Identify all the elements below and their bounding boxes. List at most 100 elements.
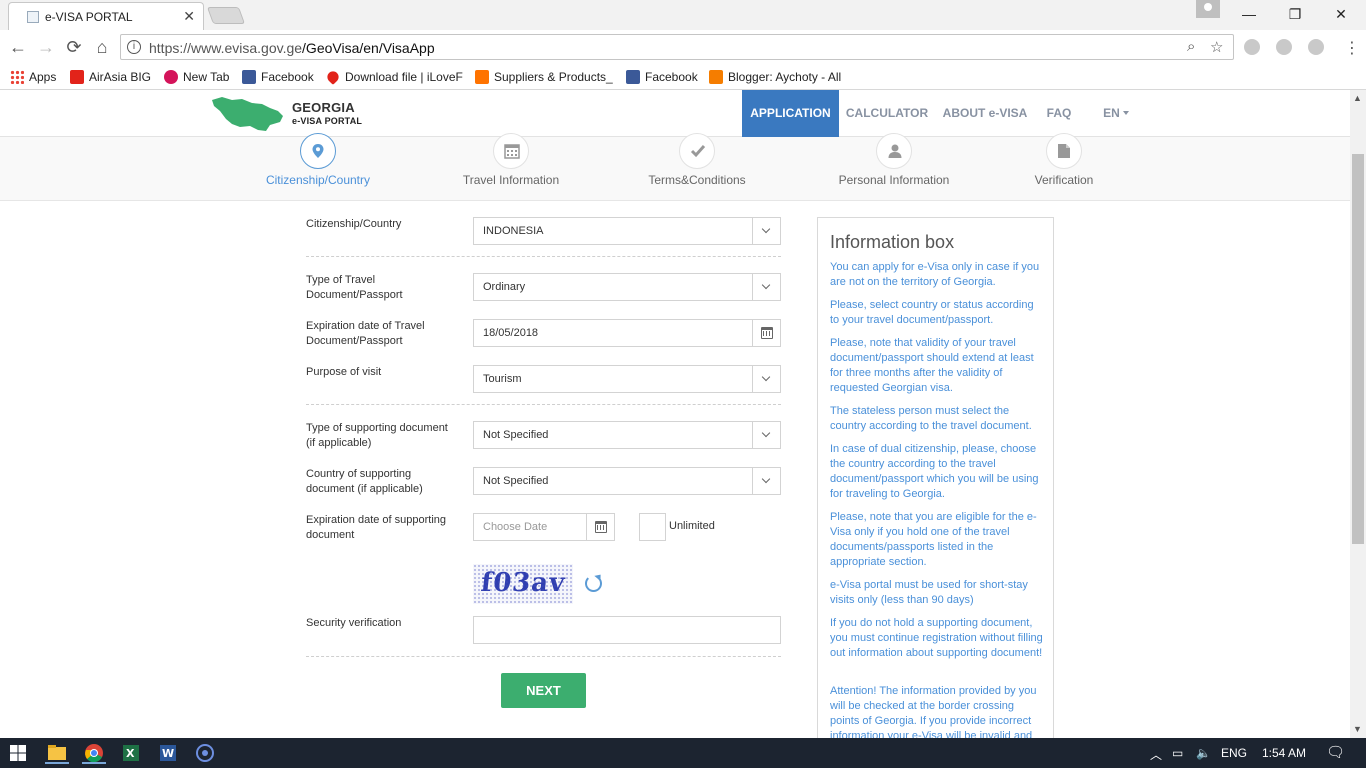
chrome-icon[interactable]: [82, 742, 106, 764]
step-citizenship[interactable]: Citizenship/Country: [238, 133, 398, 201]
chrome-menu-icon[interactable]: ⋮: [1344, 38, 1360, 58]
skype-extension-icon[interactable]: [1244, 39, 1260, 55]
georgia-map-logo-icon[interactable]: [210, 94, 284, 132]
bookmark-airasia[interactable]: AirAsia BIG: [70, 68, 151, 86]
bookmark-facebook[interactable]: Facebook: [242, 68, 314, 86]
dropdown-toggle[interactable]: [752, 218, 780, 244]
bookmarks-bar: Apps AirAsia BIG New Tab Facebook Downlo…: [0, 64, 1366, 90]
step-travel-information[interactable]: Travel Information: [431, 133, 591, 201]
chevron-down-icon: [761, 280, 771, 290]
step-label: Terms&Conditions: [648, 173, 746, 187]
dropdown-toggle[interactable]: [752, 468, 780, 494]
extension-cloud-icon[interactable]: [1308, 39, 1324, 55]
app-icon[interactable]: [193, 742, 217, 764]
dropdown-toggle[interactable]: [752, 366, 780, 392]
step-personal-information[interactable]: Personal Information: [814, 133, 974, 201]
logo-title[interactable]: GEORGIA: [292, 100, 355, 115]
bookmark-star-icon[interactable]: ☆: [1210, 38, 1223, 56]
nav-application[interactable]: APPLICATION: [742, 90, 839, 137]
forward-arrow-icon[interactable]: →: [35, 36, 57, 58]
support-type-label: Type of supporting document (if applicab…: [306, 422, 448, 449]
volume-icon[interactable]: 🔈: [1196, 746, 1211, 760]
apps-grid-icon: [10, 70, 24, 84]
bookmark-ilovepdf[interactable]: Download file | iLoveF: [325, 68, 463, 86]
chevron-down-icon: [761, 428, 771, 438]
extension-icon[interactable]: [1276, 39, 1292, 55]
dropdown-toggle[interactable]: [752, 422, 780, 448]
windows-start-icon[interactable]: [6, 742, 30, 764]
site-header: GEORGIA e-VISA PORTAL APPLICATION CALCUL…: [0, 90, 1350, 137]
zoom-search-icon[interactable]: ⌕: [1187, 38, 1195, 55]
bookmark-label: Suppliers & Products_: [494, 70, 613, 84]
page-scrollbar[interactable]: ▲ ▼: [1350, 90, 1366, 738]
calendar-icon: [504, 144, 520, 159]
logo-subtitle[interactable]: e-VISA PORTAL: [292, 116, 362, 126]
info-paragraph: You can apply for e-Visa only in case if…: [830, 261, 1040, 288]
tray-chevron-icon[interactable]: ︿: [1150, 746, 1162, 763]
language-indicator[interactable]: ENG: [1221, 746, 1247, 760]
profile-icon[interactable]: [1196, 0, 1220, 18]
step-verification[interactable]: Verification: [984, 133, 1144, 201]
alibaba-icon: [475, 70, 489, 84]
refresh-captcha-icon[interactable]: [585, 575, 602, 592]
file-explorer-icon[interactable]: [45, 742, 69, 764]
step-terms-conditions[interactable]: Terms&Conditions: [617, 133, 777, 201]
info-paragraph: Please, note that you are eligible for t…: [830, 511, 1037, 568]
next-button[interactable]: NEXT: [501, 673, 586, 708]
support-country-select[interactable]: Not Specified: [473, 467, 781, 495]
bookmark-facebook-2[interactable]: Facebook: [626, 68, 698, 86]
support-type-select[interactable]: Not Specified: [473, 421, 781, 449]
browser-tab-evisa[interactable]: e-VISA PORTAL ✕: [8, 2, 204, 30]
info-paragraph: If you do not hold a supporting document…: [830, 617, 1043, 659]
word-icon[interactable]: W: [156, 742, 180, 764]
bookmark-label: Apps: [29, 70, 57, 84]
window-minimize-button[interactable]: —: [1226, 0, 1272, 28]
tab-close-icon[interactable]: ✕: [183, 8, 195, 25]
new-tab-icon: [164, 70, 178, 84]
doc-expiry-date-input[interactable]: 18/05/2018: [473, 319, 781, 347]
security-verification-input[interactable]: [473, 616, 781, 644]
home-icon[interactable]: ⌂: [91, 36, 113, 58]
site-info-icon[interactable]: i: [127, 40, 141, 54]
step-circle: [300, 133, 336, 169]
bookmark-blogger[interactable]: Blogger: Aychoty - All: [709, 68, 841, 86]
scroll-down-icon[interactable]: ▼: [1353, 724, 1362, 734]
bookmark-label: Facebook: [261, 70, 314, 84]
excel-icon[interactable]: X: [119, 742, 143, 764]
window-restore-button[interactable]: ❐: [1272, 0, 1318, 28]
citizenship-select[interactable]: INDONESIA: [473, 217, 781, 245]
url-path: /GeoVisa/en/VisaApp: [302, 40, 435, 56]
nav-faq[interactable]: FAQ: [1040, 90, 1078, 137]
bookmark-suppliers[interactable]: Suppliers & Products_: [475, 68, 613, 86]
new-tab-button[interactable]: [206, 7, 246, 24]
doc-expiry-label: Expiration date of Travel Document/Passp…: [306, 320, 425, 347]
window-close-button[interactable]: ✕: [1318, 0, 1364, 28]
nav-about-evisa[interactable]: ABOUT e-VISA: [940, 90, 1030, 137]
unlimited-checkbox[interactable]: [639, 513, 666, 541]
support-country-value: Not Specified: [483, 475, 549, 487]
citizenship-label: Citizenship/Country: [306, 218, 402, 230]
scroll-up-icon[interactable]: ▲: [1353, 93, 1362, 103]
back-arrow-icon[interactable]: ←: [7, 36, 29, 58]
clock-time[interactable]: 1:54 AM: [1262, 746, 1306, 760]
scrollbar-thumb[interactable]: [1352, 154, 1364, 544]
bookmark-new-tab[interactable]: New Tab: [164, 68, 229, 86]
unlimited-label: Unlimited: [669, 520, 715, 532]
nav-calculator[interactable]: CALCULATOR: [843, 90, 931, 137]
purpose-select[interactable]: Tourism: [473, 365, 781, 393]
notifications-icon[interactable]: 🗨: [1326, 743, 1345, 761]
dropdown-toggle[interactable]: [752, 274, 780, 300]
date-picker-button[interactable]: [586, 514, 614, 540]
security-label: Security verification: [306, 617, 402, 629]
bookmark-label: Facebook: [645, 70, 698, 84]
address-bar[interactable]: i https://www.evisa.gov.ge/GeoVisa/en/Vi…: [120, 34, 1234, 60]
bookmark-apps[interactable]: Apps: [10, 68, 56, 86]
battery-icon[interactable]: ▭: [1172, 746, 1183, 760]
doc-type-select[interactable]: Ordinary: [473, 273, 781, 301]
date-picker-button[interactable]: [752, 320, 780, 346]
step-label: Verification: [1034, 173, 1094, 187]
support-expiry-date-input[interactable]: Choose Date: [473, 513, 615, 541]
screen: e-VISA PORTAL ✕ — ❐ ✕ ← → ⟳ ⌂ i https://…: [0, 0, 1366, 768]
reload-icon[interactable]: ⟳: [63, 36, 85, 58]
nav-language[interactable]: EN: [1096, 90, 1136, 137]
